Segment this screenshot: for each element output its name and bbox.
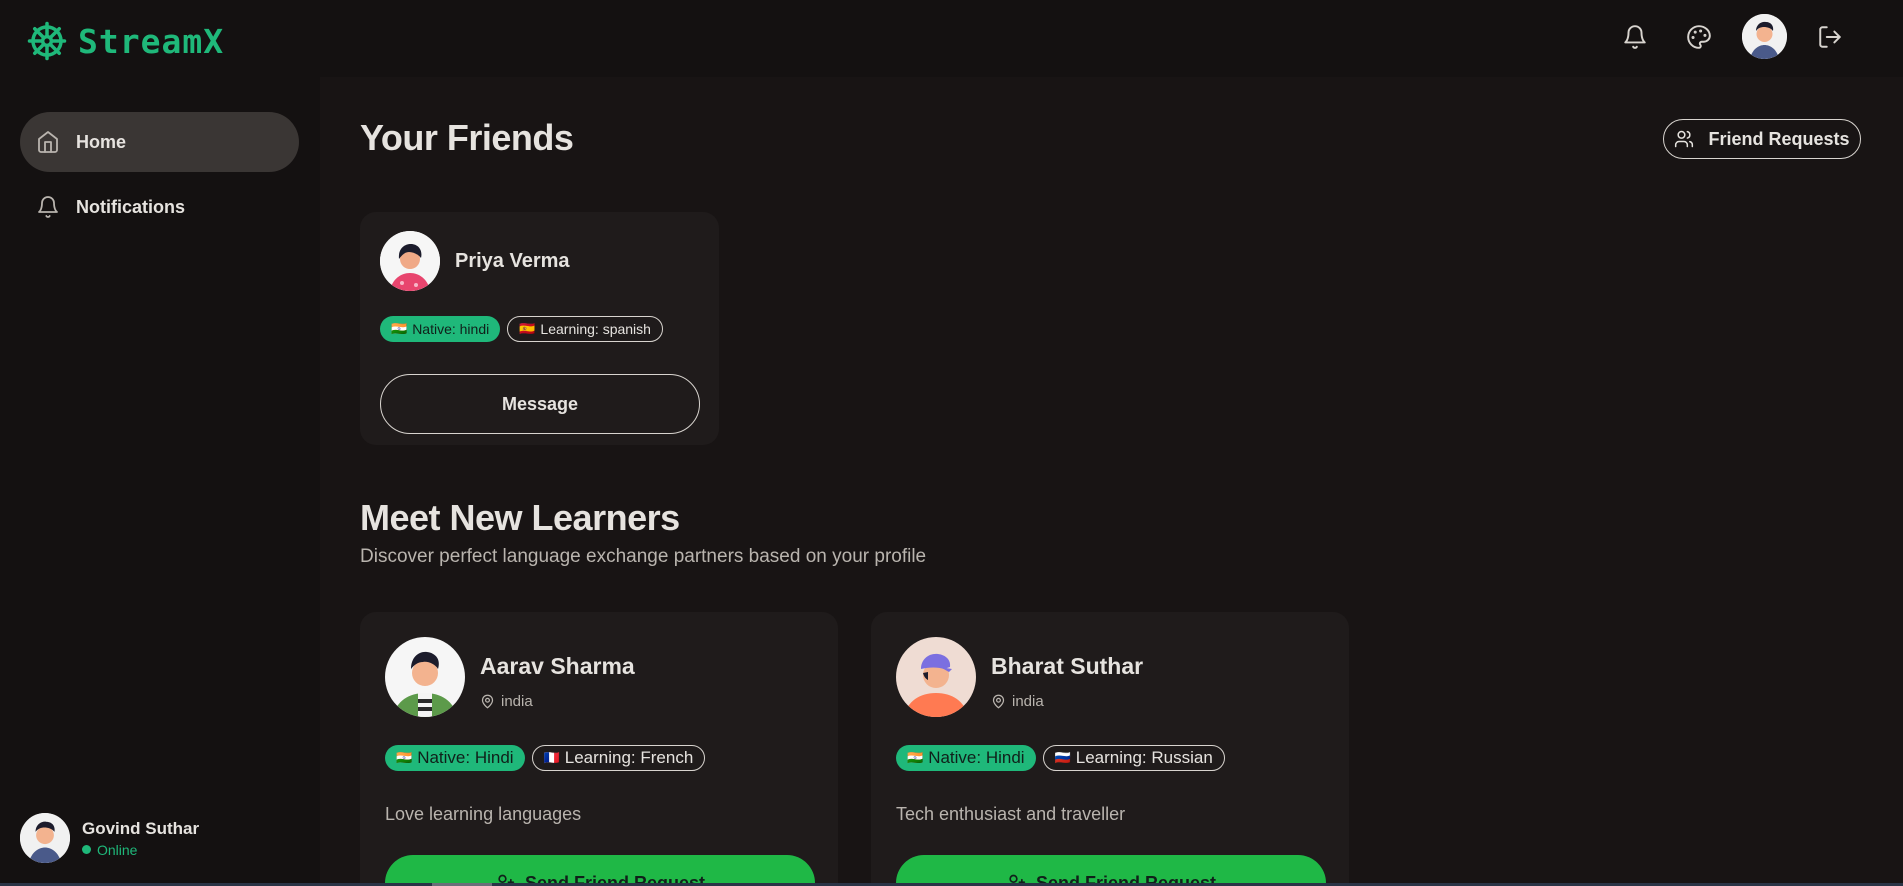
user-name: Govind Suthar: [82, 818, 200, 838]
bell-icon: [38, 196, 58, 218]
learner-avatar-illustration: [385, 637, 465, 717]
learner-location: india: [991, 693, 1044, 710]
friend-name: Priya Verma: [455, 250, 570, 272]
learner-bio: Love learning languages: [385, 804, 582, 824]
user-avatar-illustration: [1742, 14, 1787, 59]
logout-icon: [1819, 25, 1841, 48]
learner-card: Bharat Suthar india 🇮🇳 Native: Hindi 🇷🇺 …: [871, 612, 1349, 886]
brand-name: StreamX: [78, 21, 225, 61]
learner-card: Aarav Sharma india 🇮🇳 Native: Hindi 🇫🇷 L…: [360, 612, 838, 886]
sidebar-user-profile[interactable]: Govind Suthar Online: [20, 813, 199, 863]
learner-location: india: [480, 693, 533, 710]
sidebar-item-home[interactable]: Home: [20, 112, 299, 172]
flag-spain-icon: 🇪🇸: [519, 321, 536, 336]
location-text: india: [501, 693, 533, 710]
language-badges: 🇮🇳 Native: hindi 🇪🇸 Learning: spanish: [380, 316, 663, 342]
language-badges: 🇮🇳 Native: Hindi 🇫🇷 Learning: French: [385, 745, 706, 771]
avatar[interactable]: [1742, 14, 1787, 59]
send-friend-request-button[interactable]: Send Friend Request: [385, 855, 815, 886]
native-language-badge: 🇮🇳 Native: Hindi: [896, 745, 1036, 771]
language-badges: 🇮🇳 Native: Hindi 🇷🇺 Learning: Russian: [896, 745, 1225, 771]
learner-name: Bharat Suthar: [991, 653, 1144, 679]
status-text: Online: [97, 841, 138, 858]
flag-france-icon: 🇫🇷: [543, 750, 560, 765]
learner-avatar-illustration: [896, 637, 976, 717]
online-dot-icon: [82, 845, 91, 854]
native-language-badge: 🇮🇳 Native: hindi: [380, 316, 501, 342]
friend-card: Priya Verma 🇮🇳 Native: hindi 🇪🇸 Learning…: [360, 212, 719, 445]
learner-bio: Tech enthusiast and traveller: [896, 804, 1126, 824]
learner-name: Aarav Sharma: [480, 653, 635, 679]
notifications-button[interactable]: [1614, 16, 1656, 58]
status-badge: Online: [82, 842, 199, 858]
main-content: Your Friends Friend Requests Priya Verma…: [320, 77, 1903, 886]
learning-language-badge: 🇪🇸 Learning: spanish: [507, 316, 663, 342]
top-navbar: StreamX: [0, 0, 1903, 77]
map-pin-icon: [992, 694, 1005, 709]
badge-label: Learning: spanish: [540, 321, 651, 337]
friend-requests-label: Friend Requests: [1708, 128, 1850, 149]
theme-button[interactable]: [1678, 16, 1720, 58]
sidebar-item-label: Home: [76, 131, 127, 152]
badge-label: Learning: French: [564, 748, 694, 767]
users-icon: [1675, 130, 1694, 148]
learning-language-badge: 🇫🇷 Learning: French: [531, 745, 706, 771]
native-language-badge: 🇮🇳 Native: Hindi: [385, 745, 525, 771]
badge-label: Learning: Russian: [1075, 748, 1213, 767]
message-button[interactable]: Message: [380, 374, 700, 434]
flag-russia-icon: 🇷🇺: [1054, 750, 1071, 765]
ship-wheel-icon: [27, 21, 67, 61]
learning-language-badge: 🇷🇺 Learning: Russian: [1042, 745, 1225, 771]
badge-label: Native: Hindi: [417, 748, 514, 767]
page-title: Your Friends: [360, 117, 574, 158]
flag-india-icon: 🇮🇳: [907, 750, 924, 765]
map-pin-icon: [481, 694, 494, 709]
brand[interactable]: StreamX: [26, 20, 224, 62]
flag-india-icon: 🇮🇳: [396, 750, 413, 765]
avatar: [385, 637, 465, 717]
send-friend-request-button[interactable]: Send Friend Request: [896, 855, 1326, 886]
home-icon: [38, 131, 58, 153]
badge-label: Native: hindi: [412, 321, 490, 337]
user-avatar-illustration: [20, 813, 70, 863]
header-actions: [1614, 14, 1851, 59]
badge-label: Native: Hindi: [928, 748, 1025, 767]
sidebar-item-label: Notifications: [76, 196, 186, 217]
sidebar: Home Notifications Govind Suthar Online: [0, 77, 318, 886]
section-title: Meet New Learners: [360, 497, 680, 538]
avatar: [896, 637, 976, 717]
friend-requests-button[interactable]: Friend Requests: [1663, 119, 1861, 159]
avatar: [20, 813, 70, 863]
avatar: [380, 231, 440, 291]
sidebar-item-notifications[interactable]: Notifications: [20, 177, 299, 237]
location-text: india: [1012, 693, 1044, 710]
section-subtitle: Discover perfect language exchange partn…: [360, 546, 927, 567]
logout-button[interactable]: [1809, 16, 1851, 58]
friend-avatar-illustration: [380, 231, 440, 291]
flag-india-icon: 🇮🇳: [391, 321, 408, 336]
palette-icon: [1687, 24, 1711, 49]
bell-icon: [1624, 24, 1646, 49]
